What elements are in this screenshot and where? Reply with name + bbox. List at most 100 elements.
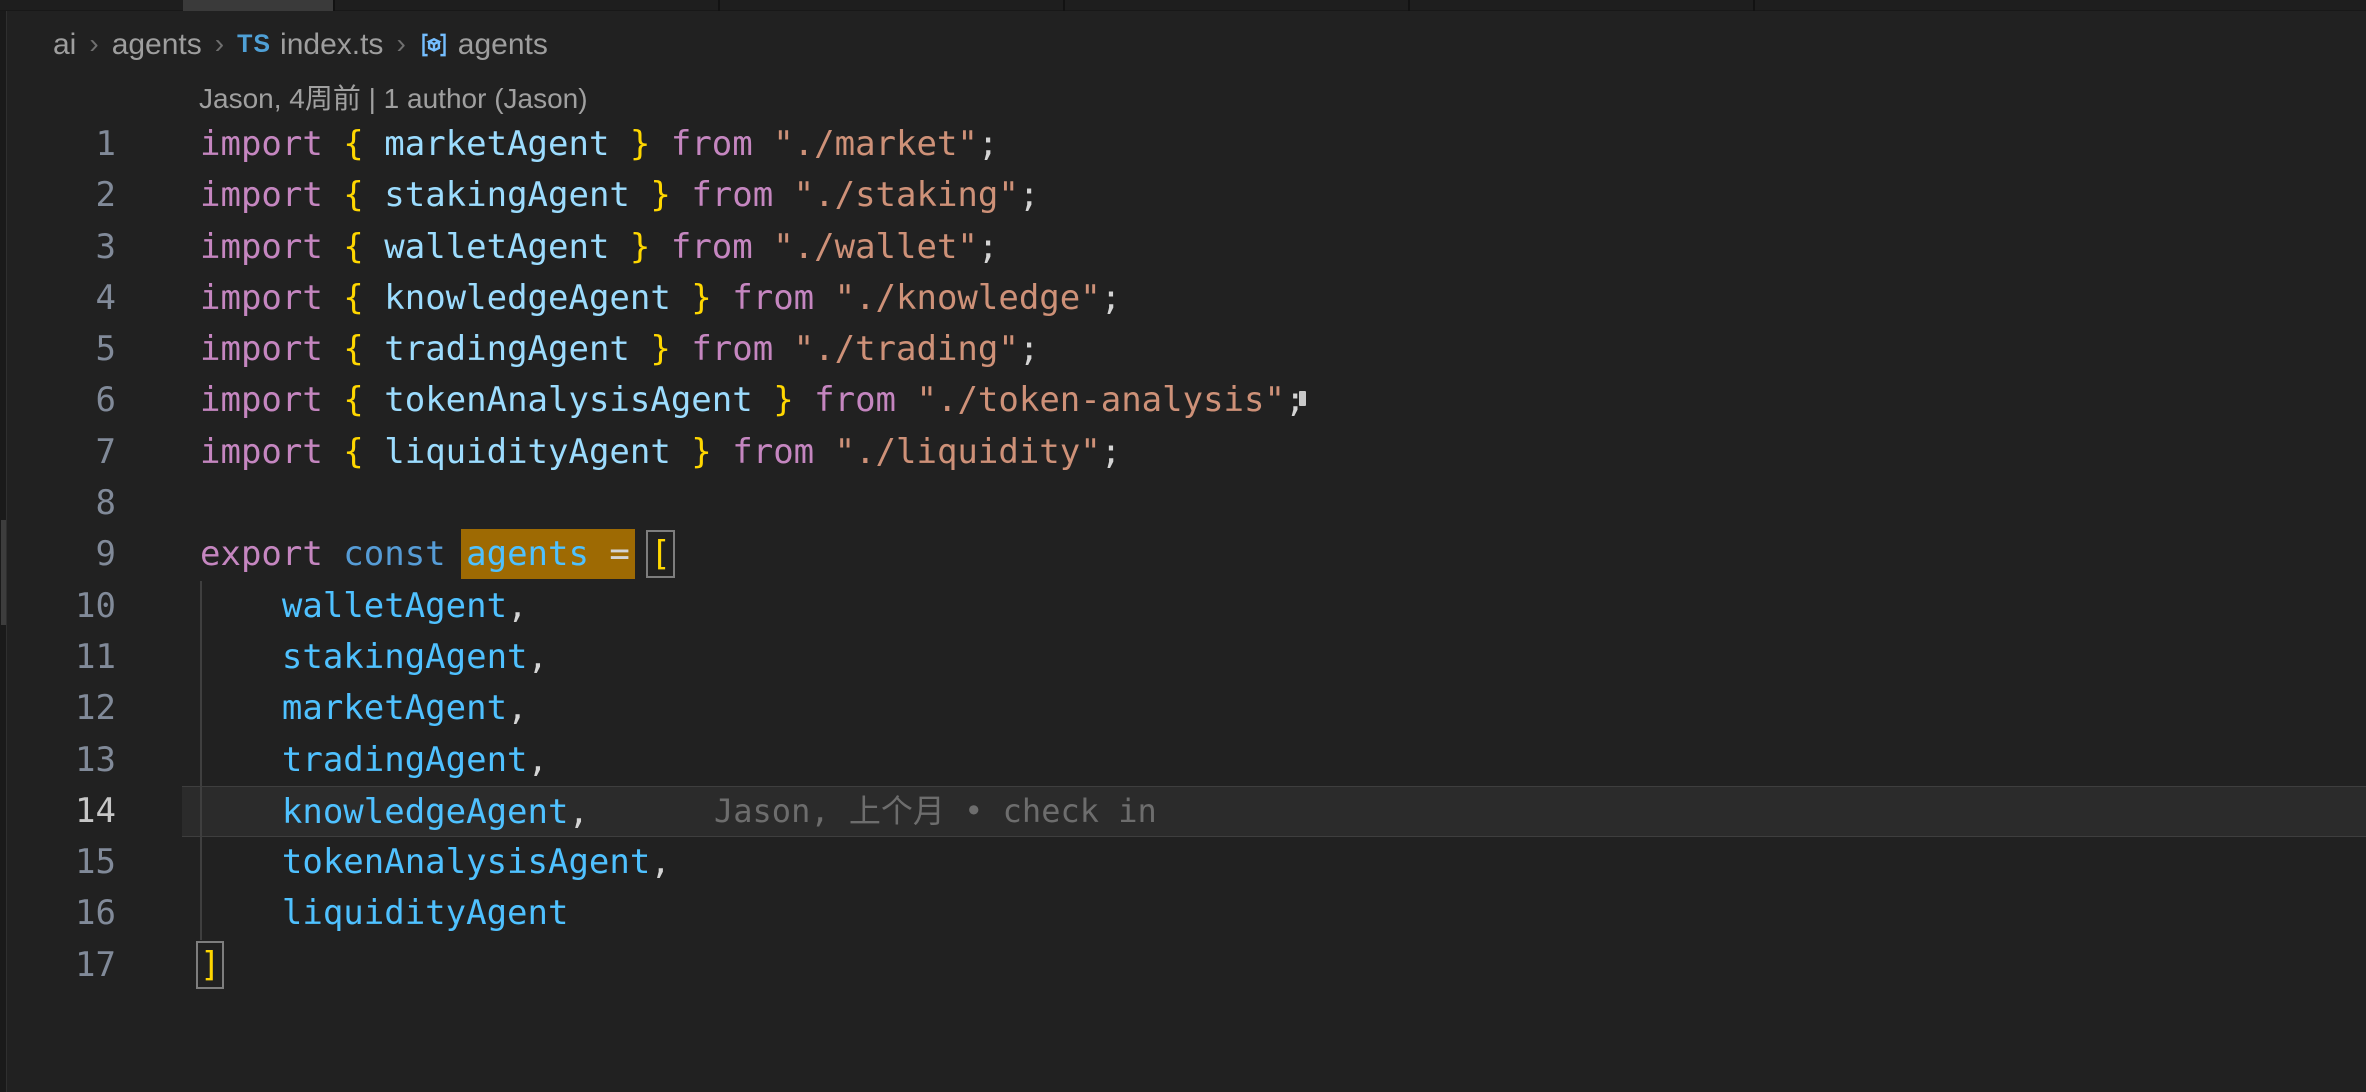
git-blame-codelens[interactable]: Jason, 4周前 | 1 author (Jason) bbox=[8, 78, 2366, 119]
line-number[interactable]: 8 bbox=[8, 478, 182, 529]
line-number[interactable]: 3 bbox=[8, 222, 182, 273]
code-line: 9export const agents = [ bbox=[8, 529, 2366, 580]
line-number[interactable]: 10 bbox=[8, 581, 182, 632]
code-token: , bbox=[507, 688, 527, 728]
breadcrumb-label: agents bbox=[458, 28, 548, 62]
code-token: , bbox=[507, 586, 527, 626]
code-token: } bbox=[630, 175, 671, 215]
tab-bar-strip bbox=[0, 0, 2366, 11]
breadcrumb-item-ai[interactable]: ai bbox=[53, 28, 76, 62]
line-number[interactable]: 1 bbox=[8, 119, 182, 170]
code-token: { bbox=[343, 278, 384, 318]
code-token: stakingAgent bbox=[282, 637, 528, 677]
code-token: "./knowledge" bbox=[835, 278, 1101, 318]
code-line: 1import { marketAgent } from "./market"; bbox=[8, 119, 2366, 170]
text-cursor bbox=[1299, 391, 1306, 406]
code-token: walletAgent bbox=[384, 227, 609, 267]
code-token: , bbox=[528, 637, 548, 677]
code-line: 14 knowledgeAgent,Jason, 上个月 • check in bbox=[8, 786, 2366, 837]
code-token: , bbox=[568, 792, 588, 832]
breadcrumb-item-agents[interactable]: agents bbox=[112, 28, 202, 62]
code-token: { bbox=[343, 380, 384, 420]
code-line: 15 tokenAnalysisAgent, bbox=[8, 837, 2366, 888]
code-token: ; bbox=[1101, 278, 1121, 318]
breadcrumb-label: index.ts bbox=[280, 28, 383, 62]
code-line: 6import { tokenAnalysisAgent } from "./t… bbox=[8, 375, 2366, 426]
code-line-content[interactable]: import { walletAgent } from "./wallet"; bbox=[182, 222, 2366, 273]
code-line-content[interactable]: import { liquidityAgent } from "./liquid… bbox=[182, 427, 2366, 478]
code-line: 8 bbox=[8, 478, 2366, 529]
code-line-content[interactable]: knowledgeAgent, bbox=[182, 786, 2366, 837]
breadcrumb-item-agents[interactable]: agents bbox=[419, 28, 548, 62]
code-token: import bbox=[200, 175, 343, 215]
code-token: { bbox=[343, 124, 384, 164]
line-number[interactable]: 12 bbox=[8, 683, 182, 734]
code-token: "./liquidity" bbox=[835, 432, 1101, 472]
code-line-content[interactable]: export const agents = [ bbox=[182, 529, 2366, 580]
code-token: from bbox=[650, 227, 773, 267]
code-line-content[interactable]: tradingAgent, bbox=[182, 735, 2366, 786]
breadcrumb-item-index.ts[interactable]: TSindex.ts bbox=[237, 28, 383, 62]
code-token: from bbox=[712, 278, 835, 318]
code-token: liquidityAgent bbox=[384, 432, 671, 472]
code-line: 7import { liquidityAgent } from "./liqui… bbox=[8, 427, 2366, 478]
line-number[interactable]: 5 bbox=[8, 324, 182, 375]
code-line-content[interactable] bbox=[182, 478, 2366, 529]
code-token bbox=[630, 534, 650, 574]
code-token: "./market" bbox=[773, 124, 978, 164]
inline-git-blame[interactable]: Jason, 上个月 • check in bbox=[714, 786, 1157, 837]
code-token: import bbox=[200, 380, 343, 420]
code-line-content[interactable]: import { marketAgent } from "./market"; bbox=[182, 119, 2366, 170]
code-token bbox=[200, 842, 282, 882]
line-number[interactable]: 11 bbox=[8, 632, 182, 683]
code-token: from bbox=[671, 175, 794, 215]
code-token: { bbox=[343, 329, 384, 369]
code-token bbox=[200, 740, 282, 780]
editor: Jason, 4周前 | 1 author (Jason) 1import { … bbox=[8, 78, 2366, 1092]
code-token: "./trading" bbox=[794, 329, 1019, 369]
line-number[interactable]: 6 bbox=[8, 375, 182, 426]
code-line: 2import { stakingAgent } from "./staking… bbox=[8, 170, 2366, 221]
code-token: import bbox=[200, 124, 343, 164]
code-token: } bbox=[609, 227, 650, 267]
code-line-content[interactable]: marketAgent, bbox=[182, 683, 2366, 734]
scrollbar-thumb[interactable] bbox=[1, 520, 6, 625]
code-token: from bbox=[794, 380, 917, 420]
code-token: liquidityAgent bbox=[282, 893, 569, 933]
code-line-content[interactable]: walletAgent, bbox=[182, 581, 2366, 632]
code-token: tokenAnalysisAgent bbox=[384, 380, 752, 420]
code-token: , bbox=[650, 842, 670, 882]
code-line-content[interactable]: import { stakingAgent } from "./staking"… bbox=[182, 170, 2366, 221]
code-token: import bbox=[200, 432, 343, 472]
line-number[interactable]: 2 bbox=[8, 170, 182, 221]
code-token: tradingAgent bbox=[282, 740, 528, 780]
line-number[interactable]: 17 bbox=[8, 940, 182, 991]
code-token: marketAgent bbox=[282, 688, 507, 728]
sidebar-edge bbox=[0, 11, 7, 1092]
code-line-content[interactable]: tokenAnalysisAgent, bbox=[182, 837, 2366, 888]
line-number[interactable]: 14 bbox=[8, 786, 182, 837]
tab-strip-segment bbox=[183, 0, 333, 11]
matched-bracket: [ bbox=[650, 534, 670, 574]
line-number[interactable]: 16 bbox=[8, 888, 182, 939]
line-number[interactable]: 4 bbox=[8, 273, 182, 324]
code-token: stakingAgent bbox=[384, 175, 630, 215]
line-number[interactable]: 15 bbox=[8, 837, 182, 888]
line-number[interactable]: 9 bbox=[8, 529, 182, 580]
code-line-content[interactable]: stakingAgent, bbox=[182, 632, 2366, 683]
code-line-content[interactable]: import { tradingAgent } from "./trading"… bbox=[182, 324, 2366, 375]
line-number[interactable]: 7 bbox=[8, 427, 182, 478]
breadcrumb-separator: › bbox=[215, 28, 224, 60]
code-token: } bbox=[671, 278, 712, 318]
code-line: 12 marketAgent, bbox=[8, 683, 2366, 734]
code-line-content[interactable]: import { knowledgeAgent } from "./knowle… bbox=[182, 273, 2366, 324]
code-token: import bbox=[200, 329, 343, 369]
code-line-content[interactable]: ] bbox=[182, 940, 2366, 991]
code-token: "./staking" bbox=[794, 175, 1019, 215]
line-number[interactable]: 13 bbox=[8, 735, 182, 786]
code-line-content[interactable]: import { tokenAnalysisAgent } from "./to… bbox=[182, 375, 2366, 426]
code-line: 10 walletAgent, bbox=[8, 581, 2366, 632]
code-line-content[interactable]: liquidityAgent bbox=[182, 888, 2366, 939]
code-token: } bbox=[671, 432, 712, 472]
code-token: const bbox=[343, 534, 466, 574]
